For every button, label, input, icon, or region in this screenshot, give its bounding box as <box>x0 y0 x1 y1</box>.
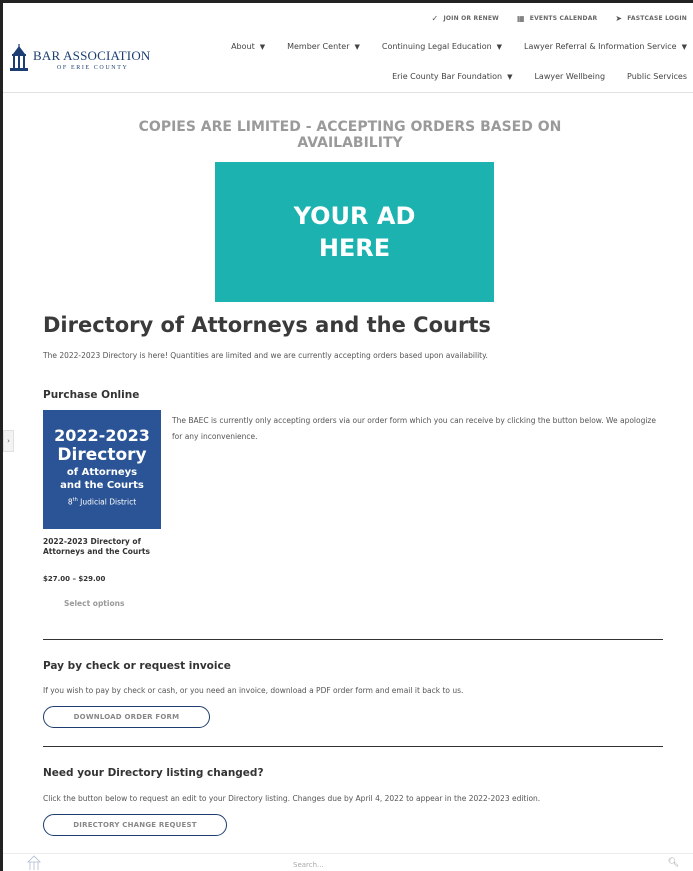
caret-down-icon: ▼ <box>354 42 360 51</box>
caret-down-icon: ▼ <box>259 42 266 51</box>
site-logo[interactable]: BAR ASSOCIATION OF ERIE COUNTY <box>8 44 151 72</box>
search-input[interactable]: Search... <box>293 861 324 869</box>
bottom-search-bar: Search... 🔍︎ <box>3 853 693 871</box>
fastcase-link[interactable]: ➤ FASTCASE LOGIN <box>615 14 687 23</box>
search-icon[interactable]: 🔍︎ <box>668 858 679 868</box>
change-text: Click the button below to request an edi… <box>43 794 541 803</box>
district-label: Judicial District <box>77 497 137 507</box>
nav-wellbeing[interactable]: Lawyer Wellbeing <box>534 72 605 81</box>
product-image[interactable]: 2022-2023 Directory of Attorneys and the… <box>43 410 161 529</box>
nav-label: About <box>231 42 255 51</box>
availability-notice: COPIES ARE LIMITED - ACCEPTING ORDERS BA… <box>138 119 562 151</box>
events-link[interactable]: ▦ EVENTS CALENDAR <box>517 14 597 23</box>
purchase-heading: Purchase Online <box>43 389 140 401</box>
nav-public-services[interactable]: Public Services <box>627 72 687 81</box>
utility-bar: ✓ JOIN OR RENEW ▦ EVENTS CALENDAR ➤ FAST… <box>432 14 687 23</box>
check-text: If you wish to pay by check or cash, or … <box>43 686 464 695</box>
nav-label: Lawyer Referral & Information Service <box>524 42 677 51</box>
logo-line1: BAR ASSOCIATION <box>33 48 151 63</box>
page-intro: The 2022-2023 Directory is here! Quantit… <box>43 351 488 360</box>
caret-down-icon: ▼ <box>496 42 503 51</box>
nav-foundation[interactable]: Erie County Bar Foundation ▼ <box>392 72 512 81</box>
ad-banner[interactable]: YOUR AD HERE <box>215 162 494 302</box>
cursor-icon: ➤ <box>615 14 623 23</box>
fastcase-label: FASTCASE LOGIN <box>627 15 687 22</box>
section-divider <box>43 746 663 747</box>
calendar-icon: ▦ <box>517 14 525 23</box>
nav-label: Lawyer Wellbeing <box>534 72 606 81</box>
check-icon: ✓ <box>431 14 439 23</box>
nav-cle[interactable]: Continuing Legal Education ▼ <box>382 42 502 51</box>
nav-label: Continuing Legal Education <box>381 42 492 51</box>
book-line3: of Attorneys <box>66 467 138 478</box>
logo-line2: OF ERIE COUNTY <box>57 65 129 71</box>
nav-label: Member Center <box>287 42 350 51</box>
nav-lawyer-referral[interactable]: Lawyer Referral & Information Service ▼ <box>524 42 687 51</box>
main-nav-row2: Erie County Bar Foundation ▼ Lawyer Wellb… <box>392 72 687 81</box>
ad-line2: HERE <box>318 234 391 262</box>
nav-member-center[interactable]: Member Center ▼ <box>287 42 360 51</box>
ad-line1: YOUR AD <box>293 202 416 230</box>
book-years: 2022-2023 <box>54 426 150 445</box>
building-logo-icon <box>10 44 28 71</box>
change-heading: Need your Directory listing changed? <box>43 767 264 779</box>
building-logo-icon <box>27 855 41 870</box>
side-panel-toggle[interactable]: › <box>3 430 14 452</box>
select-options-button[interactable]: Select options <box>64 599 124 608</box>
section-divider <box>43 639 663 640</box>
nav-label: Public Services <box>627 72 687 81</box>
page-title: Directory of Attorneys and the Courts <box>43 313 491 337</box>
caret-down-icon: ▼ <box>681 42 687 51</box>
header-divider <box>3 92 693 93</box>
product-price: $27.00 – $29.00 <box>43 575 106 583</box>
check-heading: Pay by check or request invoice <box>43 660 231 672</box>
purchase-text: The BAEC is currently only accepting ord… <box>172 416 656 441</box>
download-order-form-button[interactable]: DOWNLOAD ORDER FORM <box>43 706 210 728</box>
join-link[interactable]: ✓ JOIN OR RENEW <box>432 14 499 23</box>
main-nav-row1: About ▼ Member Center ▼ Continuing Legal E… <box>231 42 687 51</box>
nav-about[interactable]: About ▼ <box>231 42 265 51</box>
book-district: 8th Judicial District <box>43 494 161 509</box>
book-word: Directory <box>57 445 147 465</box>
events-label: EVENTS CALENDAR <box>529 15 598 22</box>
nav-label: Erie County Bar Foundation <box>392 72 503 81</box>
book-line4: and the Courts <box>60 480 144 491</box>
join-label: JOIN OR RENEW <box>443 15 499 22</box>
directory-change-request-button[interactable]: DIRECTORY CHANGE REQUEST <box>43 814 227 836</box>
caret-down-icon: ▼ <box>507 72 513 81</box>
product-name-link[interactable]: 2022-2023 Directory of Attorneys and the… <box>43 537 158 557</box>
